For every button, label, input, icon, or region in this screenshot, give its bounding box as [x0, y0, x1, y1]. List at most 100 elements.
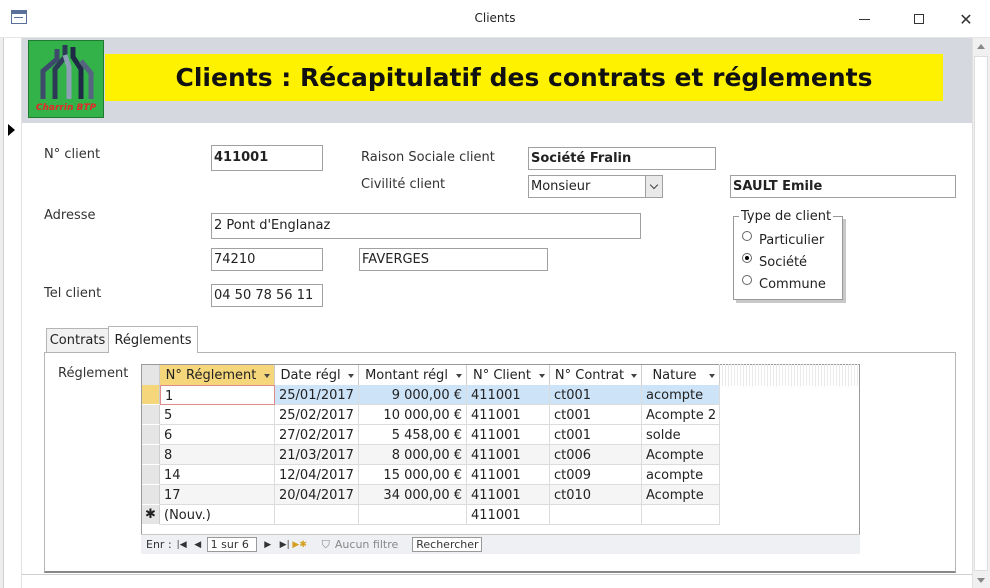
table-cell[interactable]: 411001 [467, 465, 550, 485]
radio-societe-label: Société [759, 254, 808, 270]
search-input[interactable]: Rechercher [412, 537, 483, 552]
new-record-cell[interactable]: (Nouv.) [160, 505, 275, 525]
table-cell[interactable]: 34 000,00 € [359, 485, 467, 505]
tab-reglements[interactable]: Réglements [108, 326, 198, 353]
row-selector[interactable] [142, 405, 160, 425]
table-cell[interactable] [642, 505, 720, 525]
client-type-group-title: Type de client [739, 209, 834, 224]
table-cell[interactable]: 27/02/2017 [275, 425, 359, 445]
table-cell[interactable]: 411001 [467, 485, 550, 505]
scroll-down-icon[interactable] [977, 578, 985, 583]
filter-label: Aucun filtre [334, 538, 399, 551]
radio-commune[interactable]: Commune [742, 275, 826, 292]
row-selector[interactable] [142, 425, 160, 445]
select-all-corner[interactable] [142, 365, 160, 386]
table-cell[interactable]: ct001 [550, 385, 642, 405]
table-cell[interactable]: Acompte [642, 485, 720, 505]
sort-arrow-icon[interactable] [348, 374, 354, 378]
minimize-button[interactable] [842, 4, 886, 34]
table-cell[interactable]: 25/02/2017 [275, 405, 359, 425]
table-cell[interactable]: 1 [160, 385, 275, 405]
table-cell[interactable]: 5 [160, 405, 275, 425]
radio-icon[interactable] [742, 275, 752, 285]
table-cell[interactable]: 411001 [467, 445, 550, 465]
table-cell[interactable]: 411001 [467, 505, 550, 525]
radio-societe[interactable]: Société [742, 253, 808, 270]
table-cell[interactable]: ct001 [550, 425, 642, 445]
contact-name-field[interactable]: SAULT Emile [730, 175, 956, 198]
maximize-button[interactable] [897, 4, 941, 34]
sort-arrow-icon[interactable] [456, 374, 462, 378]
table-cell[interactable]: 6 [160, 425, 275, 445]
new-record-icon[interactable]: ✱ [142, 505, 160, 525]
table-cell[interactable]: 10 000,00 € [359, 405, 467, 425]
table-cell[interactable]: 411001 [467, 385, 550, 405]
table-cell[interactable]: 20/04/2017 [275, 485, 359, 505]
table-cell[interactable]: 25/01/2017 [275, 385, 359, 405]
table-cell[interactable]: 14 [160, 465, 275, 485]
column-header-client[interactable]: N° Client [467, 365, 550, 387]
adresse-field[interactable]: 2 Pont d'Englanaz [211, 213, 641, 239]
radio-particulier[interactable]: Particulier [742, 231, 825, 248]
tab-contrats[interactable]: Contrats [46, 328, 109, 352]
radio-icon[interactable] [742, 231, 752, 241]
table-cell[interactable] [359, 505, 467, 525]
record-selector-bar[interactable] [4, 38, 22, 588]
column-header-montant[interactable]: Montant régl [359, 365, 467, 387]
table-cell[interactable]: ct009 [550, 465, 642, 485]
vertical-scrollbar[interactable] [972, 38, 990, 588]
sort-arrow-icon[interactable] [709, 374, 715, 378]
row-selector[interactable] [142, 465, 160, 485]
reglement-label: Réglement [58, 366, 129, 381]
table-cell[interactable]: acompte [642, 465, 720, 485]
filter-toggle[interactable]: ⛉ Aucun filtre [322, 538, 399, 552]
table-cell[interactable]: 8 000,00 € [359, 445, 467, 465]
table-cell[interactable]: 9 000,00 € [359, 385, 467, 405]
new-record-nav-icon[interactable]: ▶✱ [292, 538, 306, 552]
civilite-dropdown-button[interactable] [645, 176, 662, 197]
row-selector[interactable] [142, 445, 160, 465]
table-cell[interactable]: 411001 [467, 405, 550, 425]
table-cell[interactable]: solde [642, 425, 720, 445]
table-cell[interactable]: 17 [160, 485, 275, 505]
table-cell[interactable]: 15 000,00 € [359, 465, 467, 485]
radio-selected-icon[interactable] [742, 253, 752, 263]
column-header-nature[interactable]: Nature [642, 365, 720, 387]
column-header-no-reglement[interactable]: N° Réglement [160, 365, 275, 387]
record-number-input[interactable]: 1 sur 6 [206, 537, 257, 552]
table-cell[interactable]: ct006 [550, 445, 642, 465]
column-header-date[interactable]: Date régl [275, 365, 359, 387]
table-cell[interactable]: Acompte 2 [642, 405, 720, 425]
sort-arrow-icon[interactable] [539, 374, 545, 378]
table-cell[interactable]: Acompte [642, 445, 720, 465]
table-cell[interactable]: 12/04/2017 [275, 465, 359, 485]
scroll-thumb[interactable] [974, 56, 988, 571]
table-cell[interactable]: acompte [642, 385, 720, 405]
client-no-field[interactable]: 411001 [211, 145, 323, 171]
sort-arrow-icon[interactable] [631, 374, 637, 378]
table-cell[interactable] [275, 505, 359, 525]
city-field[interactable]: FAVERGES [359, 248, 548, 271]
next-record-icon[interactable]: ▶ [262, 538, 274, 552]
table-cell[interactable]: 411001 [467, 425, 550, 445]
postal-code-field[interactable]: 74210 [211, 248, 323, 271]
scroll-up-icon[interactable] [977, 44, 985, 49]
close-button[interactable]: ✕ [944, 4, 988, 34]
table-cell[interactable]: 8 [160, 445, 275, 465]
last-record-icon[interactable]: ▶| [279, 538, 291, 552]
raison-sociale-field[interactable]: Société Fralin [528, 147, 716, 170]
table-cell[interactable]: 5 458,00 € [359, 425, 467, 445]
radio-particulier-label: Particulier [759, 232, 825, 248]
row-selector[interactable] [142, 385, 160, 405]
row-selector[interactable] [142, 485, 160, 505]
first-record-icon[interactable]: |◀ [176, 538, 188, 552]
table-cell[interactable]: 21/03/2017 [275, 445, 359, 465]
civilite-combo[interactable]: Monsieur [528, 175, 663, 198]
tel-field[interactable]: 04 50 78 56 11 [211, 284, 323, 307]
table-cell[interactable] [550, 505, 642, 525]
prev-record-icon[interactable]: ◀ [192, 538, 204, 552]
table-cell[interactable]: ct010 [550, 485, 642, 505]
sort-arrow-icon[interactable] [264, 374, 270, 378]
table-cell[interactable]: ct001 [550, 405, 642, 425]
column-header-contrat[interactable]: N° Contrat [550, 365, 642, 387]
